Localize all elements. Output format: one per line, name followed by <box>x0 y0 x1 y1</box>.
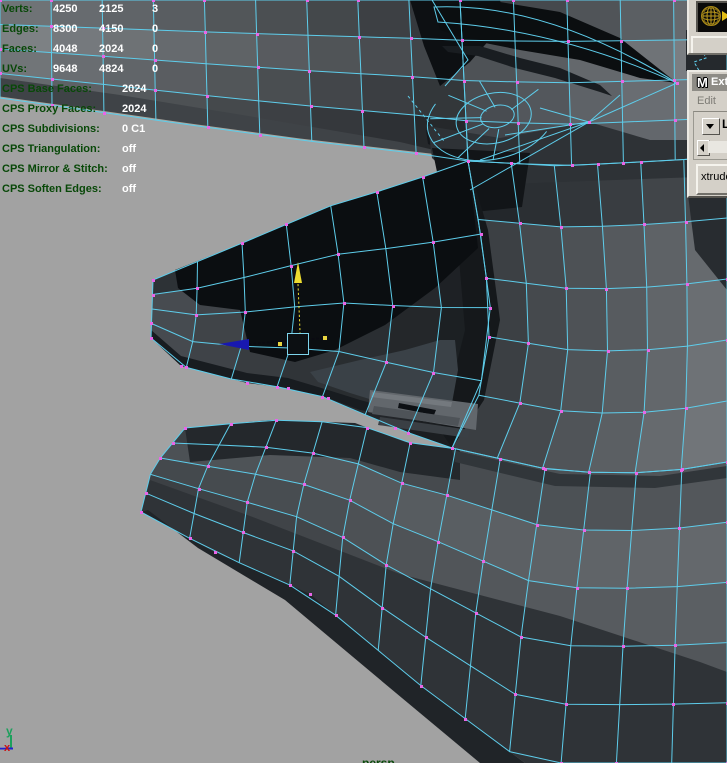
svg-text:x: x <box>4 742 11 754</box>
